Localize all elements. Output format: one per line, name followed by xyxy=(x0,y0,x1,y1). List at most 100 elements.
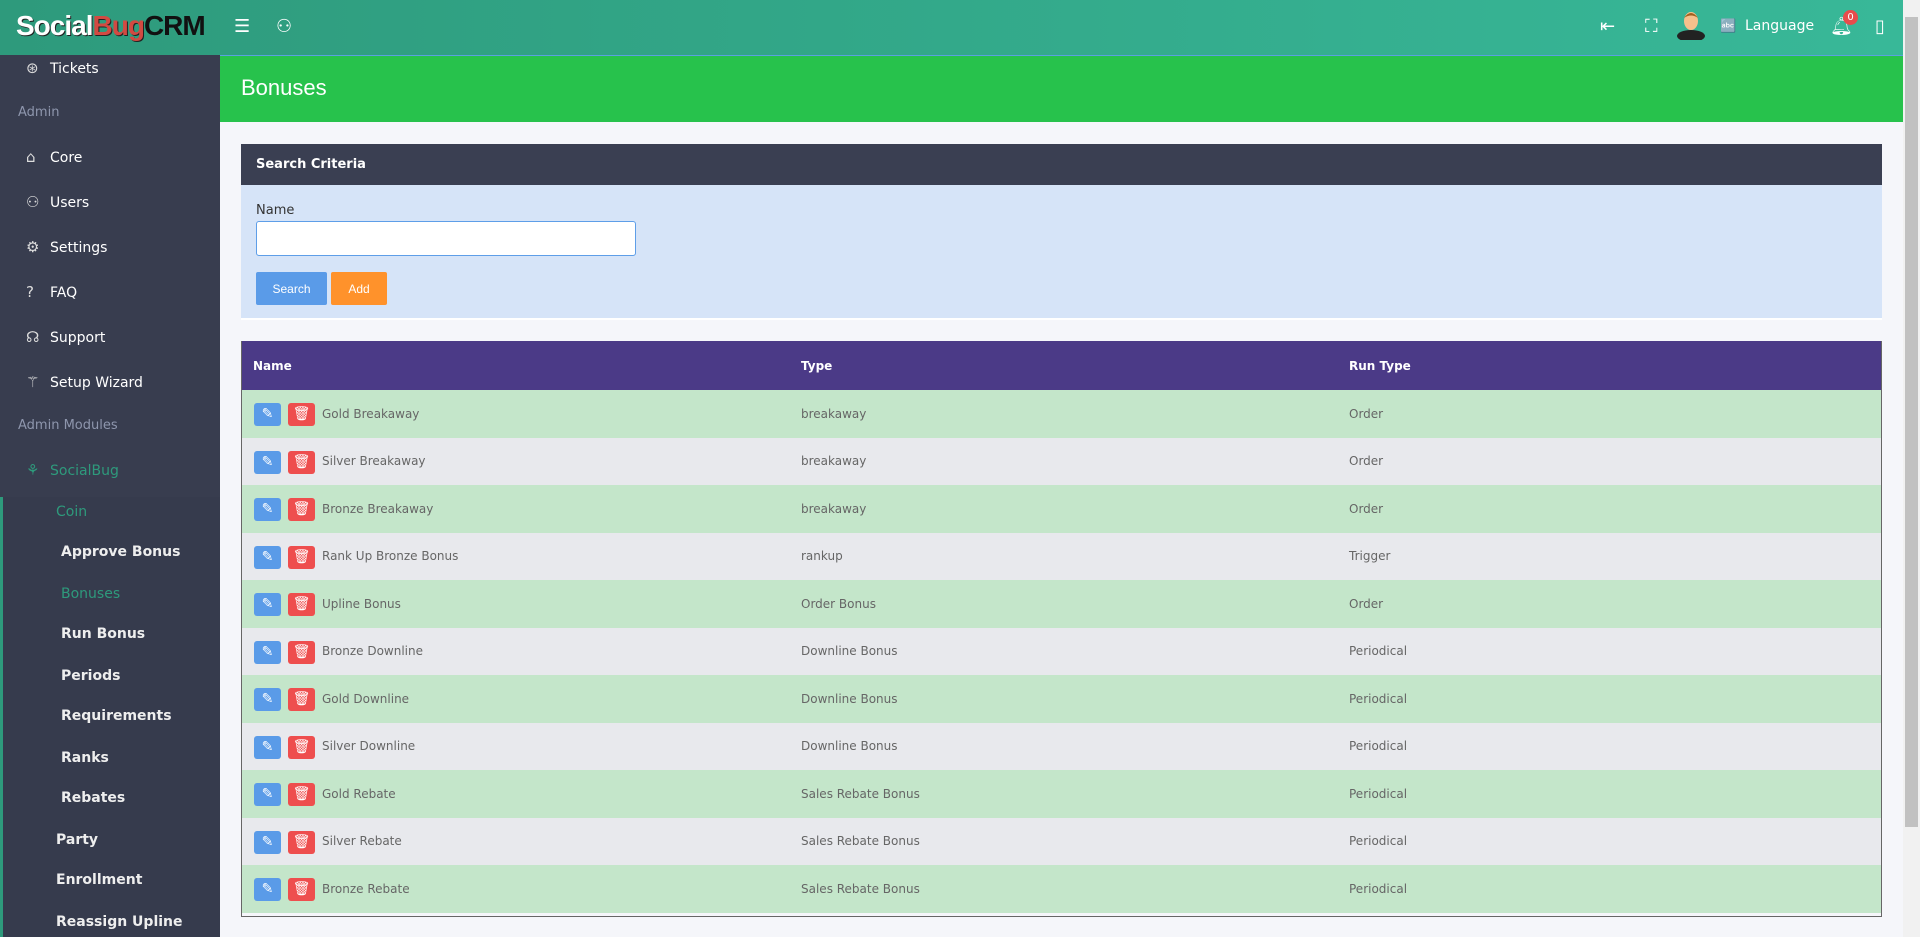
cell-type: Sales Rebate Bonus xyxy=(801,881,920,896)
cell-run-type: Periodical xyxy=(1349,881,1408,896)
cell-run-type: Periodical xyxy=(1349,739,1408,754)
sidebar-item-enrollment[interactable]: Enrollment xyxy=(56,872,142,888)
language-icon[interactable]: 🔤 xyxy=(1720,19,1736,34)
sidebar-item-ranks[interactable]: Ranks xyxy=(61,750,109,766)
cell-run-type: Periodical xyxy=(1349,786,1408,801)
sidebar-item-core[interactable]: ⌂ Core xyxy=(26,148,82,166)
edit-icon[interactable]: ✎ xyxy=(254,403,281,426)
edit-icon[interactable]: ✎ xyxy=(254,830,281,854)
edit-icon[interactable]: ✎ xyxy=(254,640,281,664)
cell-name: Bronze Breakaway xyxy=(322,501,434,516)
trash-icon[interactable]: 🗑︎ xyxy=(288,640,315,664)
trash-icon[interactable]: 🗑︎ xyxy=(288,498,315,521)
question-icon: ? xyxy=(26,283,34,301)
scrollbar[interactable] xyxy=(1903,0,1920,937)
wand-icon: ⚚ xyxy=(26,373,40,391)
edit-icon[interactable]: ✎ xyxy=(254,878,281,901)
sidebar-item-requirements[interactable]: Requirements xyxy=(61,708,172,724)
name-label: Name xyxy=(256,203,295,218)
trash-icon[interactable]: 🗑︎ xyxy=(288,878,315,901)
notebook-icon[interactable]: ▯ xyxy=(1875,16,1885,37)
menu-icon[interactable]: ☰ xyxy=(234,16,250,37)
logout-icon[interactable]: ⇤ xyxy=(1600,16,1615,37)
table-row: ✎ 🗑︎ Gold Breakaway breakaway Order xyxy=(242,390,1881,438)
panel-title: Search Criteria xyxy=(241,144,1882,185)
sidebar-item-setup-wizard[interactable]: ⚚ Setup Wizard xyxy=(26,373,143,391)
sidebar-item-settings[interactable]: ⚙ Settings xyxy=(26,238,107,256)
sidebar-item-socialbug[interactable]: ⚘ SocialBug xyxy=(26,461,119,479)
edit-icon[interactable]: ✎ xyxy=(254,735,281,759)
cell-type: Order Bonus xyxy=(801,596,876,611)
language-menu[interactable]: Language xyxy=(1745,18,1814,34)
name-input[interactable] xyxy=(256,221,636,256)
cell-run-type: Order xyxy=(1349,406,1384,421)
column-header-type[interactable]: Type xyxy=(801,359,832,373)
sidebar-item-reassign-upline[interactable]: Reassign Upline xyxy=(56,914,183,930)
cell-type: Downline Bonus xyxy=(801,739,898,754)
edit-icon[interactable]: ✎ xyxy=(254,688,281,711)
cell-type: breakaway xyxy=(801,454,867,469)
fullscreen-icon[interactable]: ⛶ xyxy=(1645,16,1658,37)
cell-run-type: Order xyxy=(1349,501,1384,516)
cell-name: Bronze Rebate xyxy=(322,881,410,896)
cell-type: rankup xyxy=(801,549,843,564)
support-icon: ☊ xyxy=(26,328,40,346)
trash-icon[interactable]: 🗑︎ xyxy=(288,688,315,711)
cell-name: Silver Rebate xyxy=(322,834,402,849)
edit-icon[interactable]: ✎ xyxy=(254,450,281,474)
table-row: ✎ 🗑︎ Silver Downline Downline Bonus Peri… xyxy=(242,722,1881,770)
edit-icon[interactable]: ✎ xyxy=(254,783,281,806)
cell-name: Gold Rebate xyxy=(322,786,396,801)
trash-icon[interactable]: 🗑︎ xyxy=(288,593,315,616)
cell-type: Downline Bonus xyxy=(801,644,898,659)
sidebar-item-periods[interactable]: Periods xyxy=(61,668,120,684)
sidebar-item-tickets[interactable]: ⊛ Tickets xyxy=(26,59,99,77)
sidebar-item-bonuses[interactable]: Bonuses xyxy=(61,586,120,602)
edit-icon[interactable]: ✎ xyxy=(254,593,281,616)
table-row: ✎ 🗑︎ Gold Downline Downline Bonus Period… xyxy=(242,675,1881,723)
trash-icon[interactable]: 🗑︎ xyxy=(288,783,315,806)
sidebar-item-party[interactable]: Party xyxy=(56,832,98,848)
trash-icon[interactable]: 🗑︎ xyxy=(288,403,315,426)
bonuses-table: Name Type Run Type ✎ 🗑︎ Gold Breakaway b… xyxy=(241,341,1882,917)
cell-name: Rank Up Bronze Bonus xyxy=(322,549,459,564)
cell-run-type: Periodical xyxy=(1349,644,1408,659)
search-button[interactable]: Search xyxy=(256,272,327,305)
sidebar-item-faq[interactable]: ? FAQ xyxy=(26,283,77,301)
sidebar-item-support[interactable]: ☊ Support xyxy=(26,328,105,346)
sidebar-item-users[interactable]: ⚇ Users xyxy=(26,193,89,211)
sidebar-item-approve-bonus[interactable]: Approve Bonus xyxy=(61,544,180,560)
trash-icon[interactable]: 🗑︎ xyxy=(288,830,315,854)
table-row: ✎ 🗑︎ Bronze Breakaway breakaway Order xyxy=(242,485,1881,533)
page-header: Bonuses xyxy=(220,55,1903,122)
user-icon: ⚇ xyxy=(26,193,40,211)
table-row: ✎ 🗑︎ Silver Breakaway breakaway Order xyxy=(242,437,1881,485)
edit-icon[interactable]: ✎ xyxy=(254,498,281,521)
user-icon[interactable]: ⚇ xyxy=(276,16,292,37)
table-header: Name Type Run Type xyxy=(242,341,1881,390)
edit-icon[interactable]: ✎ xyxy=(254,545,281,569)
sidebar-item-coin[interactable]: Coin xyxy=(56,504,87,520)
trash-icon[interactable]: 🗑︎ xyxy=(288,545,315,569)
cell-type: Sales Rebate Bonus xyxy=(801,834,920,849)
cell-run-type: Order xyxy=(1349,596,1384,611)
cell-run-type: Trigger xyxy=(1349,549,1391,564)
home-icon: ⌂ xyxy=(26,148,36,166)
trash-icon[interactable]: 🗑︎ xyxy=(288,450,315,474)
avatar[interactable] xyxy=(1676,8,1706,40)
column-header-name[interactable]: Name xyxy=(253,359,292,373)
trash-icon[interactable]: 🗑︎ xyxy=(288,735,315,759)
cell-name: Gold Breakaway xyxy=(322,406,420,421)
sidebar-item-run-bonus[interactable]: Run Bonus xyxy=(61,626,145,642)
cell-run-type: Order xyxy=(1349,454,1384,469)
cell-type: breakaway xyxy=(801,406,867,421)
sidebar-section-admin-modules: Admin Modules xyxy=(18,418,118,433)
column-header-run-type[interactable]: Run Type xyxy=(1349,359,1411,373)
cell-name: Upline Bonus xyxy=(322,596,401,611)
scrollbar-thumb[interactable] xyxy=(1905,17,1918,827)
table-row: ✎ 🗑︎ Upline Bonus Order Bonus Order xyxy=(242,580,1881,628)
sidebar-item-rebates[interactable]: Rebates xyxy=(61,790,125,806)
add-button[interactable]: Add xyxy=(331,272,387,305)
cell-name: Silver Breakaway xyxy=(322,454,426,469)
logo[interactable]: SocialBugCRM xyxy=(16,10,206,42)
